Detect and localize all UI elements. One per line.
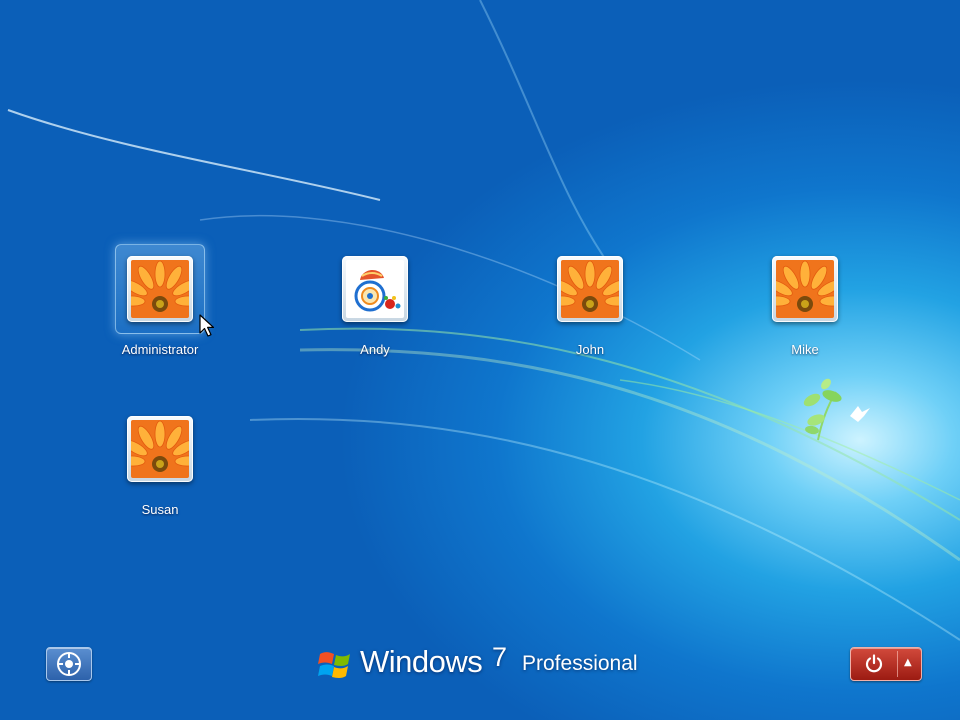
user-name-label: Susan [141,502,179,517]
orange-flower-picture [131,260,189,318]
brand-version-text: 7 [492,642,508,672]
windows-branding: Windows 7 Professional [318,642,648,690]
user-picture-frame [127,416,193,482]
triangle-up-icon: ▲ [904,657,912,668]
user-tile-mike[interactable]: Mike [740,248,870,368]
windows-logo-icon [318,652,350,678]
user-picture-frame [127,256,193,322]
user-picture-frame [772,256,838,322]
orange-flower-picture [561,260,619,318]
brand-windows-text: Windows [360,644,483,679]
sprout-decoration [803,378,842,441]
shutdown-button[interactable] [851,648,897,680]
orange-flower-picture [131,420,189,478]
user-tile-administrator[interactable]: Administrator [95,244,225,368]
brand-edition-text: Professional [522,652,638,675]
user-name-label: Administrator [121,342,199,357]
shutdown-options-button[interactable]: ▲ [898,648,921,680]
user-tile-andy[interactable]: Andy [310,248,440,368]
user-tile-susan[interactable]: Susan [95,408,225,528]
mouse-pointer-icon [199,314,215,337]
user-picture-frame [342,256,408,322]
user-name-label: Andy [360,342,390,357]
logon-screen: Administrator Andy John Mike Susan Windo… [0,0,960,720]
power-icon [865,654,883,673]
user-tile-john[interactable]: John [525,248,655,368]
user-name-label: John [575,342,605,357]
ease-of-access-button[interactable] [46,647,92,681]
shutdown-control: ▲ [850,647,922,681]
user-name-label: Mike [791,342,819,357]
user-picture-frame [557,256,623,322]
orange-flower-picture [776,260,834,318]
fish-bowl-picture [346,260,404,318]
bird-decoration [850,406,870,422]
ease-of-access-icon [57,652,81,676]
